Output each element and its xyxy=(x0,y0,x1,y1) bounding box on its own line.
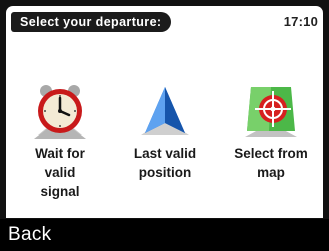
device-frame: Select your departure: 17:10 Wait for va… xyxy=(0,0,329,251)
map-target-icon xyxy=(240,80,302,142)
alarm-clock-icon xyxy=(29,80,91,142)
navigation-arrow-icon xyxy=(134,80,196,142)
back-label: Back xyxy=(8,224,52,245)
select-from-map-button[interactable]: Select from map xyxy=(222,80,320,206)
page-title: Select your departure: xyxy=(11,12,172,32)
wait-for-signal-label: Wait for valid signal xyxy=(35,146,85,199)
select-from-map-label: Select from map xyxy=(234,146,308,180)
last-valid-position-label: Last valid position xyxy=(133,146,197,180)
clock-time: 17:10 xyxy=(283,14,318,29)
last-valid-position-button[interactable]: Last valid position xyxy=(116,80,214,206)
wait-for-signal-button[interactable]: Wait for valid signal xyxy=(11,80,109,206)
back-button[interactable]: Back xyxy=(0,219,329,251)
departure-screen: Select your departure: 17:10 Wait for va… xyxy=(6,6,323,218)
